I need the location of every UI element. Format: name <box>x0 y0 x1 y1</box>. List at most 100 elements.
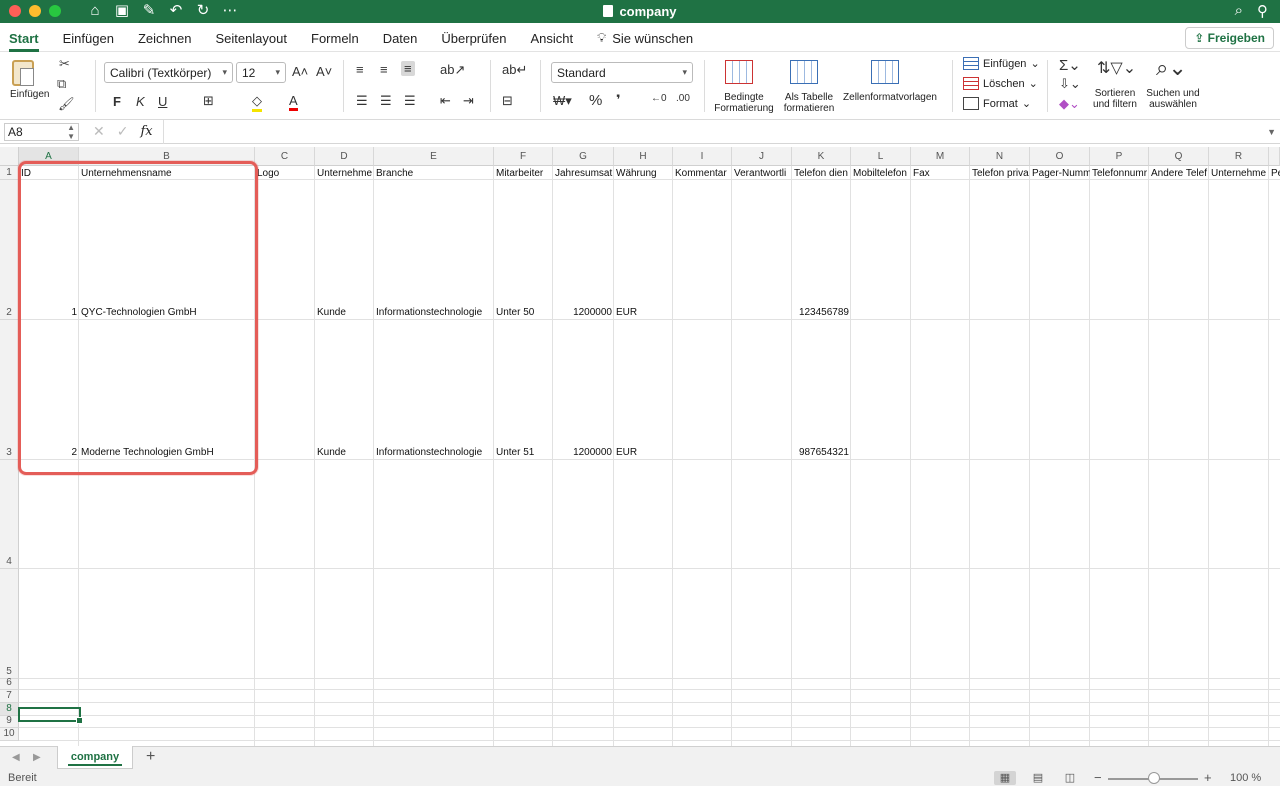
underline-button[interactable]: U <box>158 94 167 109</box>
column-header-l[interactable]: L <box>851 147 911 166</box>
normal-view-icon[interactable]: ▦ <box>994 771 1016 785</box>
decrease-indent-icon[interactable]: ⇤ <box>440 93 451 109</box>
delete-cells-button[interactable]: Löschen ⌄ <box>963 77 1038 90</box>
header-cell[interactable]: Kommentar <box>673 168 732 179</box>
row-header-1[interactable]: 1 <box>0 166 19 180</box>
search-icon[interactable]: ⌕ <box>1235 2 1243 20</box>
undo-icon[interactable]: ↶ <box>167 2 185 20</box>
zoom-in-icon[interactable]: + <box>1204 770 1212 785</box>
data-cell-mitarbeiter[interactable]: Unter 50 <box>494 307 553 318</box>
data-cell-waehrung[interactable]: EUR <box>614 447 673 458</box>
find-select-icon[interactable]: ⌕⌄ <box>1156 55 1187 81</box>
stepper-icon[interactable]: ▲ ▼ <box>67 123 75 141</box>
orientation-icon[interactable]: ab↗ <box>440 62 465 78</box>
data-cell-mitarbeiter[interactable]: Unter 51 <box>494 447 553 458</box>
column-header-r[interactable]: R <box>1209 147 1269 166</box>
increase-decimal-icon[interactable]: ←0 <box>651 93 667 104</box>
decrease-font-icon[interactable]: A˅ <box>316 64 332 79</box>
active-cell[interactable] <box>18 707 83 724</box>
header-cell[interactable]: Telefonnumr <box>1090 168 1149 179</box>
page-break-view-icon[interactable]: ◫ <box>1059 771 1081 785</box>
percent-button[interactable]: % <box>589 92 602 109</box>
tab-ansicht[interactable]: Ansicht <box>530 29 573 46</box>
save-icon[interactable]: ▣ <box>113 2 131 20</box>
thousands-separator-button[interactable]: ❜ <box>616 92 621 108</box>
row-header-3[interactable]: 3 <box>0 320 19 460</box>
cell-styles-button[interactable]: Zellenformatvorlagen <box>839 92 941 103</box>
name-box[interactable]: A8 ▲ ▼ <box>4 122 79 141</box>
insert-function-icon[interactable]: fx <box>140 124 152 139</box>
column-header-n[interactable]: N <box>970 147 1030 166</box>
wrap-text-icon[interactable]: ab↵ <box>502 62 527 78</box>
data-cell-branche[interactable]: Informationstechnologie <box>374 307 494 318</box>
data-cell-telefon[interactable]: 123456789 <box>792 307 851 318</box>
chevron-right-icon[interactable]: ▶ <box>33 752 41 763</box>
tell-me[interactable]: 💡︎ Sie wünschen <box>597 28 693 46</box>
column-header-k[interactable]: K <box>792 147 851 166</box>
header-cell[interactable]: Verantwortli <box>732 168 792 179</box>
align-bottom-icon[interactable]: ≡ <box>401 61 415 76</box>
data-cell-type[interactable]: Kunde <box>315 307 374 318</box>
tab-zeichnen[interactable]: Zeichnen <box>138 29 191 46</box>
header-cell[interactable]: Mitarbeiter <box>494 168 553 179</box>
paste-label[interactable]: Einfügen <box>10 89 49 100</box>
row-header-9[interactable]: 9 <box>0 715 19 728</box>
format-as-table-icon[interactable] <box>790 60 818 84</box>
sheet-tab-company[interactable]: company <box>57 746 133 769</box>
increase-font-icon[interactable]: A˄ <box>292 64 308 79</box>
header-cell[interactable]: Telefon priva <box>970 168 1030 179</box>
home-icon[interactable]: ⌂ <box>86 2 104 20</box>
data-cell-umsatz[interactable]: 1200000 <box>553 307 614 318</box>
column-header-h[interactable]: H <box>614 147 673 166</box>
confirm-icon[interactable]: ✓ <box>117 123 129 140</box>
column-header-m[interactable]: M <box>911 147 970 166</box>
share-button[interactable]: ⇪ Freigeben <box>1185 27 1274 49</box>
data-cell-waehrung[interactable]: EUR <box>614 307 673 318</box>
column-header-p[interactable]: P <box>1090 147 1149 166</box>
cell-styles-icon[interactable] <box>871 60 899 84</box>
account-icon[interactable]: ⚲ <box>1257 2 1268 20</box>
row-header-4[interactable]: 4 <box>0 460 19 569</box>
column-header-j[interactable]: J <box>732 147 792 166</box>
cancel-icon[interactable]: ✕ <box>93 123 105 140</box>
column-header-f[interactable]: F <box>494 147 553 166</box>
select-all-corner[interactable] <box>0 147 19 166</box>
format-painter-icon[interactable]: 🖌︎ <box>58 96 75 112</box>
column-header-c[interactable]: C <box>255 147 315 166</box>
row-header-5[interactable]: 5 <box>0 569 19 679</box>
header-cell[interactable]: Unternehme <box>315 168 374 179</box>
column-header-o[interactable]: O <box>1030 147 1090 166</box>
font-name-select[interactable]: Calibri (Textkörper) ▾ <box>104 62 233 83</box>
align-top-icon[interactable]: ≡ <box>356 62 364 77</box>
align-right-icon[interactable]: ☰ <box>404 93 416 109</box>
tab-seitenlayout[interactable]: Seitenlayout <box>215 29 287 46</box>
copy-icon[interactable]: ⧉ <box>57 76 66 92</box>
column-header-q[interactable]: Q <box>1149 147 1209 166</box>
close-window-button[interactable] <box>9 5 21 17</box>
tab-formeln[interactable]: Formeln <box>311 29 359 46</box>
fill-icon[interactable]: ⇩⌄ <box>1059 76 1081 92</box>
header-cell[interactable]: Mobiltelefon <box>851 168 911 179</box>
minimize-window-button[interactable] <box>29 5 41 17</box>
tab-start[interactable]: Start <box>9 29 39 52</box>
fill-color-icon[interactable]: ◇ <box>252 93 262 112</box>
column-header-e[interactable]: E <box>374 147 494 166</box>
data-cell-type[interactable]: Kunde <box>315 447 374 458</box>
currency-icon[interactable]: ₩▾ <box>553 93 572 109</box>
row-header-7[interactable]: 7 <box>0 690 19 703</box>
insert-cells-button[interactable]: Einfügen ⌄ <box>963 57 1040 70</box>
font-size-select[interactable]: 12 ▾ <box>236 62 286 83</box>
zoom-slider-handle[interactable] <box>1148 772 1160 784</box>
column-header-d[interactable]: D <box>315 147 374 166</box>
align-middle-icon[interactable]: ≡ <box>380 62 388 77</box>
autosum-icon[interactable]: Σ⌄ <box>1059 56 1081 74</box>
conditional-formatting-button[interactable]: Bedingte Formatierung <box>713 92 775 114</box>
chevron-down-icon[interactable]: ▼ <box>1267 127 1276 137</box>
edit-icon[interactable]: ✎ <box>140 2 158 20</box>
tab-daten[interactable]: Daten <box>383 29 418 46</box>
header-cell[interactable]: Währung <box>614 168 673 179</box>
borders-icon[interactable]: ⊞ <box>203 93 214 109</box>
paste-icon[interactable] <box>12 60 34 86</box>
tab-einfuegen[interactable]: Einfügen <box>63 29 114 46</box>
sort-filter-button[interactable]: Sortieren und filtern <box>1088 88 1142 110</box>
